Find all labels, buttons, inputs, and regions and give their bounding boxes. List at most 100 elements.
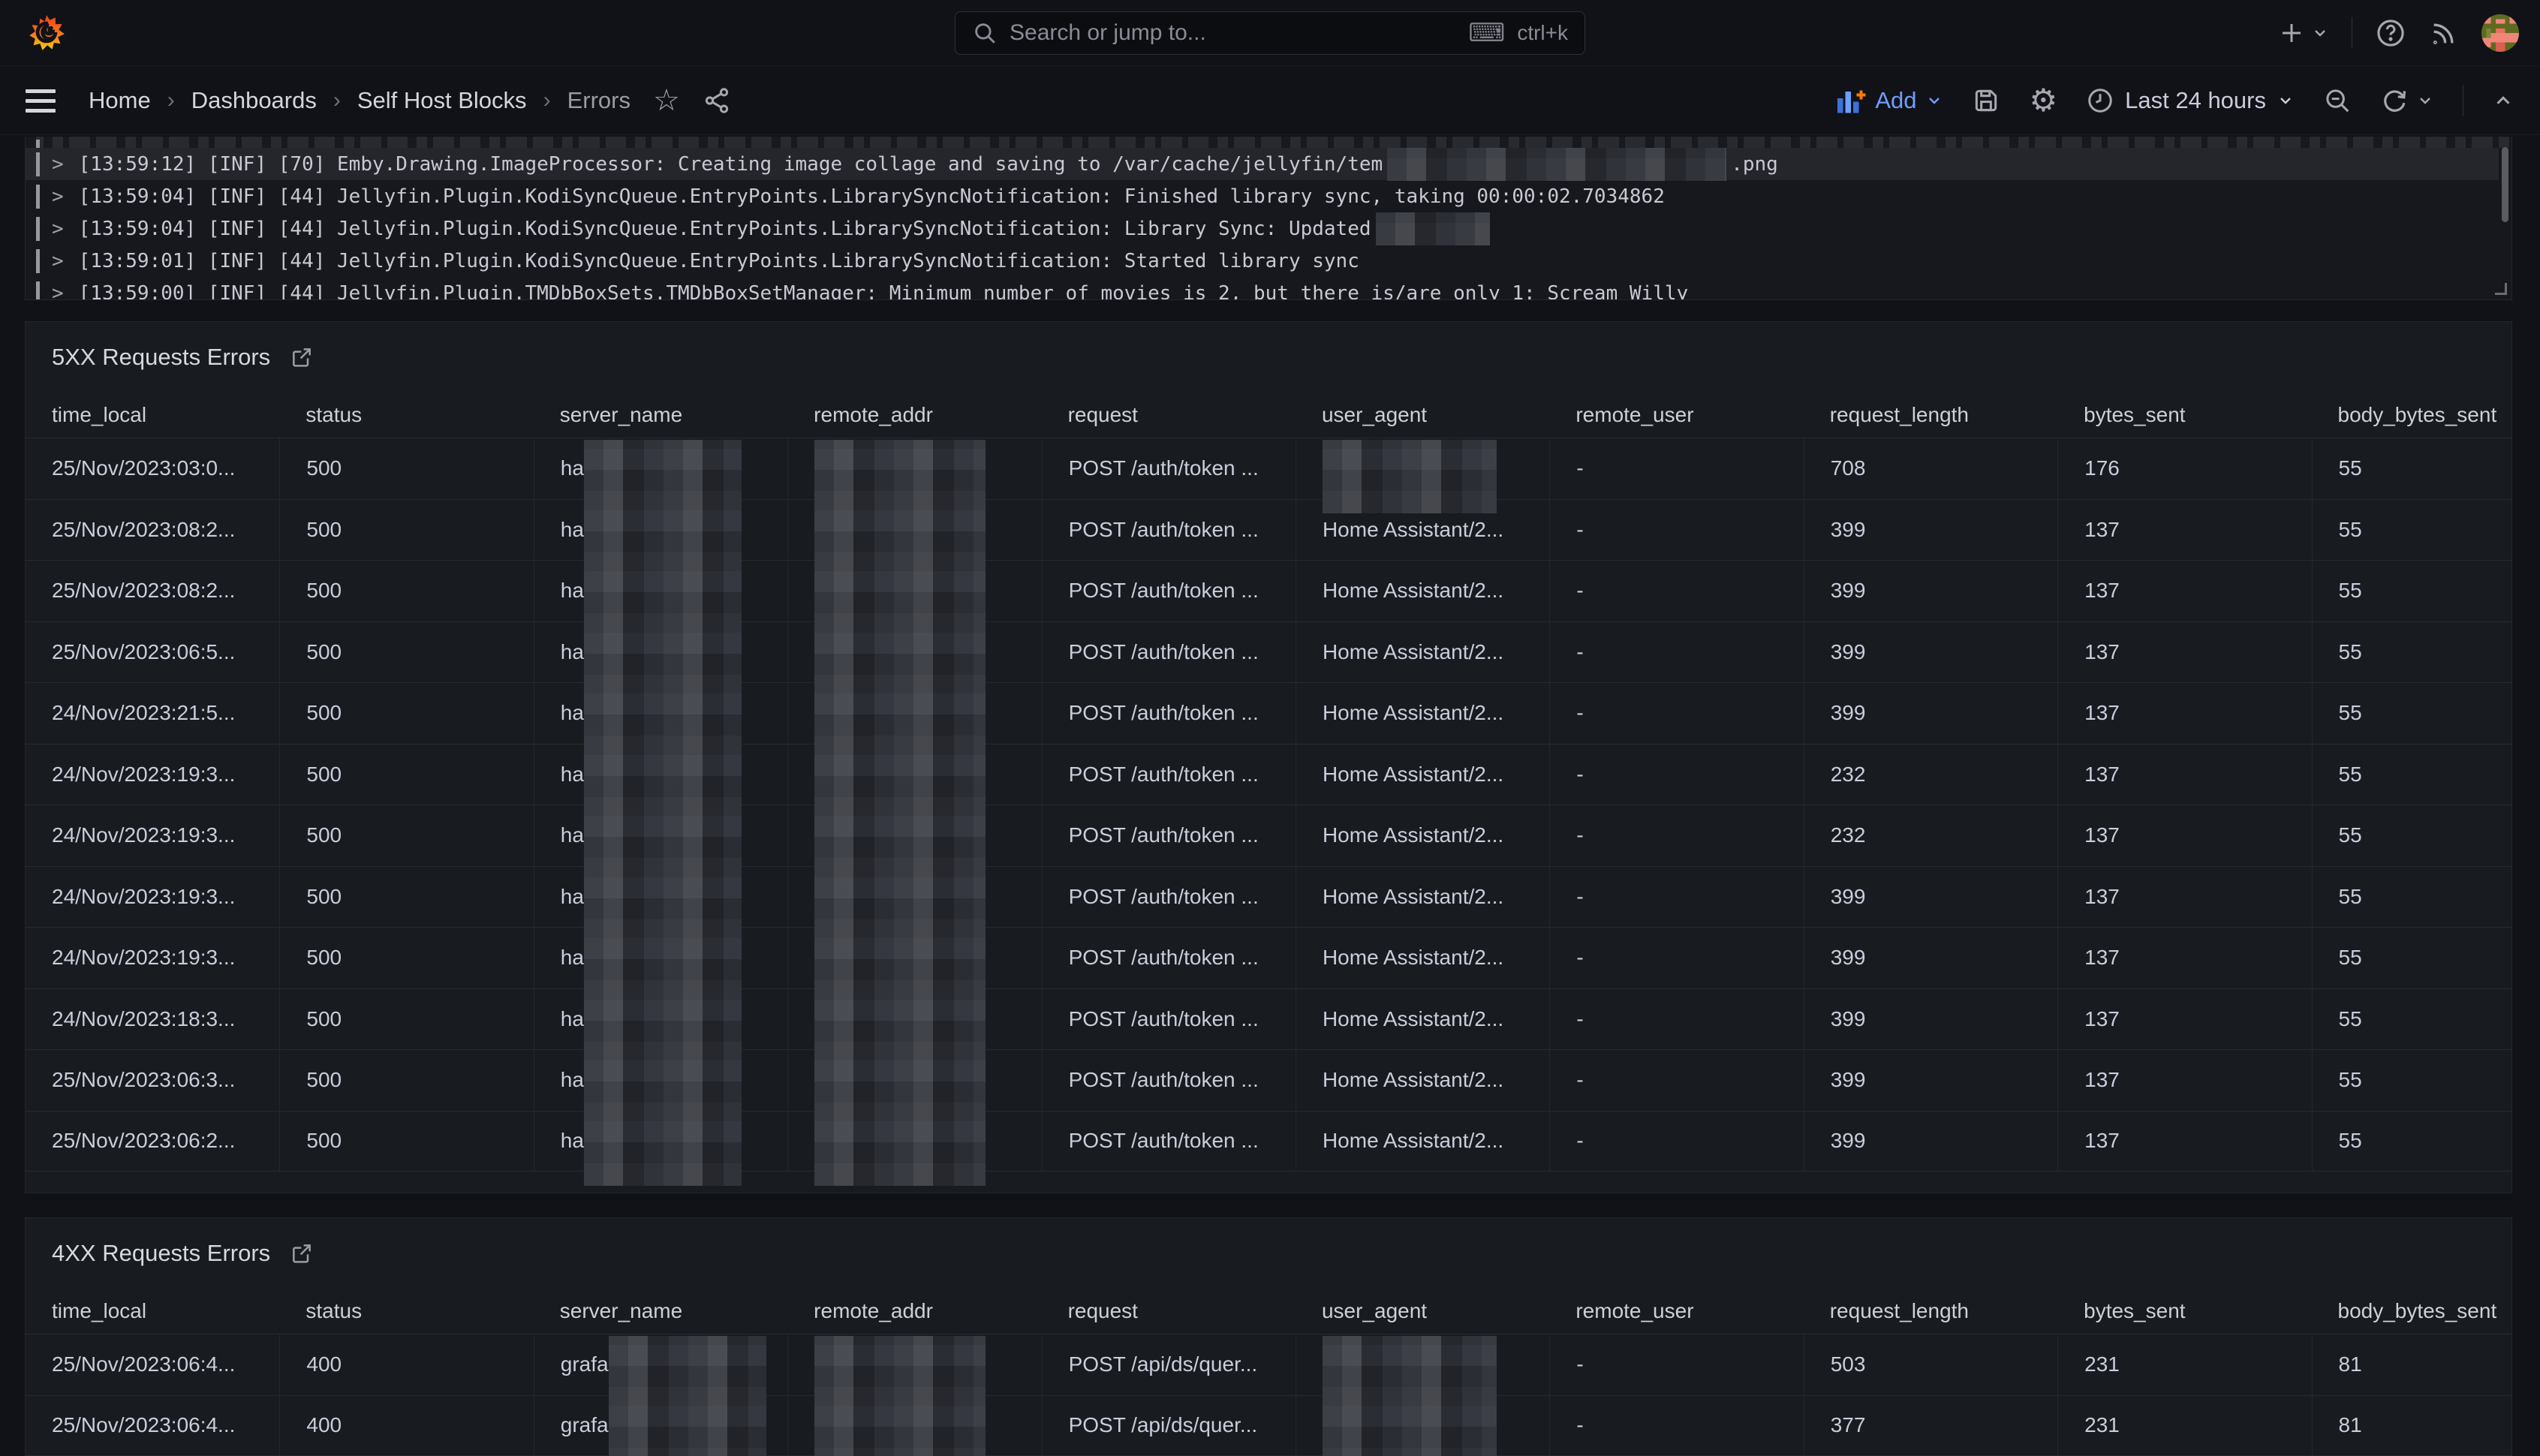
table-cell-body_bytes_sent: 55 [2312,683,2512,744]
table-row[interactable]: 25/Nov/2023:08:2...500haPOST /auth/token… [26,499,2511,561]
column-header-remote_user[interactable]: remote_user [1549,393,1803,438]
log-row[interactable]: >[13:59:00] [INF] [44] Jellyfin.Plugin.T… [26,277,2511,300]
search-placeholder: Search or jump to... [1010,20,1456,46]
log-expand-icon[interactable]: > [52,218,64,240]
table-cell-request_length: 399 [1804,622,2057,683]
log-row[interactable]: >[13:59:12] [INF] [70] Emby.Drawing.Imag… [26,148,2499,180]
table-row[interactable]: 25/Nov/2023:06:3...500haPOST /auth/token… [26,1049,2511,1111]
table-cell-body_bytes_sent: 55 [2312,500,2512,561]
breadcrumb-separator: › [333,88,341,113]
table-cell-body_bytes_sent: 55 [2312,622,2512,683]
table-cell-request_length: 399 [1804,928,2057,988]
external-link-icon[interactable] [290,345,314,369]
user-avatar[interactable] [2481,14,2519,52]
refresh-button[interactable] [2380,86,2409,115]
column-header-bytes_sent[interactable]: bytes_sent [2057,1289,2311,1334]
favorite-star-icon[interactable]: ☆ [653,86,680,116]
external-link-icon[interactable] [290,1241,314,1265]
table-row[interactable]: 25/Nov/2023:06:4...400grafaPOST /api/ds/… [26,1395,2511,1456]
share-icon[interactable] [703,86,731,115]
breadcrumb-item-dashboards[interactable]: Dashboards [191,87,317,114]
table-cell-body_bytes_sent: 81 [2312,1334,2512,1395]
column-header-time_local[interactable]: time_local [26,393,279,438]
dashboard-settings-button[interactable]: ⚙ [2029,85,2057,116]
table-row[interactable]: 24/Nov/2023:19:3...500haPOST /auth/token… [26,927,2511,988]
add-panel-button[interactable]: Add [1836,87,1943,114]
table-row[interactable]: 25/Nov/2023:03:0...500haPOST /auth/token… [26,438,2511,499]
table-cell-server_name: ha [534,745,787,805]
breadcrumb-item-self-host-blocks[interactable]: Self Host Blocks [357,87,527,114]
breadcrumb-item-home[interactable]: Home [89,87,151,114]
column-header-user_agent[interactable]: user_agent [1296,393,1549,438]
log-expand-icon[interactable]: > [52,153,64,176]
save-dashboard-button[interactable] [1972,86,2000,115]
table-row[interactable]: 25/Nov/2023:06:5...500haPOST /auth/token… [26,621,2511,683]
column-header-body_bytes_sent[interactable]: body_bytes_sent [2312,393,2512,438]
log-scrollbar-thumb[interactable] [2502,147,2508,222]
help-button[interactable] [2375,17,2406,49]
column-header-server_name[interactable]: server_name [534,393,787,438]
column-header-remote_addr[interactable]: remote_addr [787,1289,1041,1334]
column-header-user_agent[interactable]: user_agent [1296,1289,1549,1334]
table-cell-body_bytes_sent: 55 [2312,745,2512,805]
log-expand-icon[interactable]: > [52,250,64,272]
question-circle-icon [2375,17,2406,49]
log-row[interactable]: >[13:59:04] [INF] [44] Jellyfin.Plugin.K… [26,212,2511,245]
chevron-down-icon [1925,92,1943,110]
column-header-request[interactable]: request [1042,393,1296,438]
column-header-request_length[interactable]: request_length [1804,1289,2057,1334]
table-row[interactable]: 24/Nov/2023:19:3...500haPOST /auth/token… [26,744,2511,805]
column-header-status[interactable]: status [279,1289,533,1334]
table-row[interactable]: 24/Nov/2023:21:5...500haPOST /auth/token… [26,682,2511,744]
table-cell-server_name: ha [534,622,787,683]
column-header-bytes_sent[interactable]: bytes_sent [2057,393,2311,438]
table-cell-request: POST /auth/token ... [1042,805,1296,866]
table-cell-user_agent: Home Assistant/2... [1296,805,1549,866]
table-row[interactable]: 24/Nov/2023:19:3...500haPOST /auth/token… [26,866,2511,928]
zoom-out-button[interactable] [2323,86,2352,115]
table-cell-request_length: 399 [1804,683,2057,744]
column-header-request[interactable]: request [1042,1289,1296,1334]
new-button[interactable] [2278,20,2329,47]
table-row[interactable]: 25/Nov/2023:06:4...400grafaPOST /api/ds/… [26,1334,2511,1395]
grafana-logo-icon[interactable] [27,14,66,53]
table-cell-status: 500 [279,561,533,621]
chevron-up-icon [2492,89,2514,112]
table-cell-server_name: grafa [534,1396,787,1456]
news-button[interactable] [2429,18,2459,48]
search-input[interactable]: Search or jump to... ⌨ ctrl+k [955,11,1585,55]
table-body: 25/Nov/2023:03:0...500haPOST /auth/token… [26,438,2511,1172]
table-cell-request: POST /auth/token ... [1042,1112,1296,1172]
table-cell-bytes_sent: 137 [2057,622,2311,683]
table-row[interactable]: 25/Nov/2023:08:2...500haPOST /auth/token… [26,560,2511,621]
table-row[interactable]: 24/Nov/2023:18:3...500haPOST /auth/token… [26,988,2511,1050]
table-cell-time_local: 25/Nov/2023:08:2... [26,561,279,621]
table-row[interactable]: 25/Nov/2023:06:2...500haPOST /auth/token… [26,1111,2511,1172]
table-cell-request: POST /auth/token ... [1042,867,1296,928]
logs-panel: >[13:59:12] [INF] [70] Emby.Drawing.Imag… [25,137,2512,300]
column-header-time_local[interactable]: time_local [26,1289,279,1334]
table-cell-user_agent: Home Assistant/2... [1296,683,1549,744]
column-header-server_name[interactable]: server_name [534,1289,787,1334]
table-cell-status: 400 [279,1396,533,1456]
column-header-request_length[interactable]: request_length [1804,393,2057,438]
column-header-body_bytes_sent[interactable]: body_bytes_sent [2312,1289,2512,1334]
log-row[interactable]: >[13:59:01] [INF] [44] Jellyfin.Plugin.K… [26,245,2511,277]
table-row[interactable]: 24/Nov/2023:19:3...500haPOST /auth/token… [26,805,2511,866]
table-cell-remote_addr [787,683,1041,744]
column-header-status[interactable]: status [279,393,533,438]
log-expand-icon[interactable]: > [52,282,64,301]
column-header-remote_addr[interactable]: remote_addr [787,393,1041,438]
breadcrumb-item-errors[interactable]: Errors [567,87,630,114]
table-cell-request: POST /auth/token ... [1042,500,1296,561]
time-range-picker[interactable]: Last 24 hours [2086,86,2295,115]
column-header-remote_user[interactable]: remote_user [1549,1289,1803,1334]
panel-resize-handle[interactable] [2495,283,2507,295]
menu-icon[interactable] [26,89,56,113]
table-cell-remote_user: - [1549,1334,1803,1395]
log-expand-icon[interactable]: > [52,185,64,208]
table-cell-remote_addr [787,1396,1041,1456]
log-row[interactable]: >[13:59:04] [INF] [44] Jellyfin.Plugin.K… [26,180,2511,212]
refresh-interval-chevron-icon[interactable] [2416,92,2434,110]
collapse-toolbar-button[interactable] [2492,89,2514,112]
